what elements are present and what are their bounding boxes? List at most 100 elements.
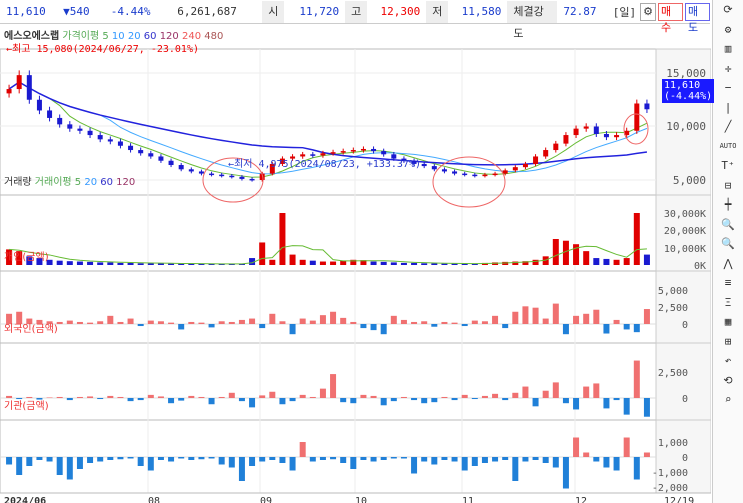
foreign-bar (208, 398, 215, 405)
open-price: 11,720 (299, 5, 340, 18)
individual-bar (390, 315, 397, 324)
individual-bar (370, 324, 377, 331)
foreign-bar (380, 398, 387, 406)
candle-body (158, 156, 164, 161)
individual-bar (198, 322, 205, 324)
refresh-icon[interactable]: ⟳ (713, 0, 743, 20)
undo-icon[interactable]: ↶ (713, 351, 743, 371)
institution-bar (542, 457, 549, 463)
individual-bar (97, 321, 104, 324)
foreign-bar (573, 398, 580, 410)
individual-bar (117, 321, 124, 324)
candle-body (614, 135, 620, 138)
individual-bar (360, 324, 367, 329)
rotate-icon[interactable]: ⟲ (713, 371, 743, 391)
foreign-bar (249, 398, 256, 408)
grid-icon[interactable]: ▦ (713, 312, 743, 332)
foreign-bar (481, 395, 488, 398)
volume-bar (552, 239, 559, 265)
individual-bar (309, 320, 316, 324)
institution-bar (117, 457, 124, 460)
institution-bar (532, 457, 539, 460)
candle-body (128, 145, 134, 151)
sell-button[interactable]: 매도 (684, 2, 710, 34)
candle-body (77, 128, 83, 131)
candle-icon[interactable]: ┿ (713, 195, 743, 215)
indicator-icon[interactable]: ▥ (713, 39, 743, 59)
foreign-bar (330, 374, 337, 398)
volume-tick: 20,000K (664, 226, 706, 237)
volume-bar (147, 263, 154, 265)
price-tick: 5,000 (673, 174, 706, 187)
individual-bar (269, 313, 276, 324)
ruler-icon[interactable]: ⊞ (713, 332, 743, 352)
candle-body (462, 173, 468, 176)
foreign-bar (97, 398, 104, 400)
individual-bar (623, 324, 630, 330)
individual-bar (613, 319, 620, 324)
zoom-out-icon[interactable]: 🔍 (713, 234, 743, 254)
candle-body (350, 150, 356, 152)
individual-bar (238, 319, 245, 324)
institution-bar (36, 457, 43, 460)
vline-icon[interactable]: | (713, 98, 743, 118)
individual-bar (542, 318, 549, 324)
individual-bar (441, 321, 448, 324)
foreign-bar (66, 398, 73, 401)
individual-bar (218, 321, 225, 324)
volume-bar (319, 261, 326, 265)
volume-bar (269, 259, 276, 265)
institution-bar (309, 457, 316, 462)
individual-bar (481, 321, 488, 324)
institution-tick: 0 (682, 453, 688, 464)
candle-body (340, 151, 346, 153)
hline-icon[interactable]: − (713, 78, 743, 98)
institution-bar (481, 457, 488, 463)
volume-bar (330, 261, 337, 265)
candle-body (512, 167, 518, 171)
zoom-in-icon[interactable]: 🔍 (713, 215, 743, 235)
volume-bar (593, 258, 600, 265)
fibonacci-icon[interactable]: ≡ (713, 273, 743, 293)
candle-body (533, 156, 539, 164)
individual-bar (259, 324, 266, 329)
individual-bar (168, 322, 175, 324)
settings-icon[interactable]: ⚙ (640, 2, 656, 21)
institution-bar (87, 457, 94, 463)
search-icon[interactable]: ⌕ (713, 390, 743, 410)
period-selector[interactable]: [일] (611, 4, 638, 20)
low-price: 11,580 (461, 5, 502, 18)
individual-bar (340, 317, 347, 324)
foreign-bar (340, 398, 347, 403)
channel-icon[interactable]: Ξ (713, 293, 743, 313)
text-icon[interactable]: T⁺ (713, 156, 743, 176)
candle-body (441, 169, 447, 172)
institution-bar (522, 457, 529, 462)
institution-bar (643, 452, 650, 457)
volume-tick: 10,000K (664, 244, 706, 255)
stock-chart[interactable]: 15,00010,0005,00030,000K20,000K10,000K0K… (0, 25, 711, 503)
foreign-bar (461, 394, 468, 398)
gear-icon[interactable]: ⚙ (713, 20, 743, 40)
ma-line (8, 81, 648, 166)
buy-button[interactable]: 매수 (657, 2, 683, 34)
crosshair-icon[interactable]: ✛ (713, 59, 743, 79)
foreign-bar (289, 398, 296, 402)
trendline-icon[interactable]: ╱ (713, 117, 743, 137)
volume-bar (380, 261, 387, 265)
institution-bar (178, 457, 185, 459)
high-label: 고 (345, 0, 368, 23)
candle-body (381, 151, 387, 155)
candle-body (16, 75, 22, 90)
auto-line-icon[interactable]: AUTO (713, 137, 743, 157)
individual-bar (279, 321, 286, 324)
individual-bar (228, 321, 235, 324)
pattern-icon[interactable]: ⋀ (713, 254, 743, 274)
label-icon[interactable]: ⊟ (713, 176, 743, 196)
foreign-bar (502, 398, 509, 401)
foreign-bar (279, 398, 286, 405)
individual-bar (87, 322, 94, 324)
foreign-title: 외국인(금액) (4, 324, 58, 335)
quote-bar: 11,610 ▼540 -4.44% 6,261,687 시 11,720 고 … (0, 0, 710, 40)
price-tick: 10,000 (666, 120, 706, 133)
